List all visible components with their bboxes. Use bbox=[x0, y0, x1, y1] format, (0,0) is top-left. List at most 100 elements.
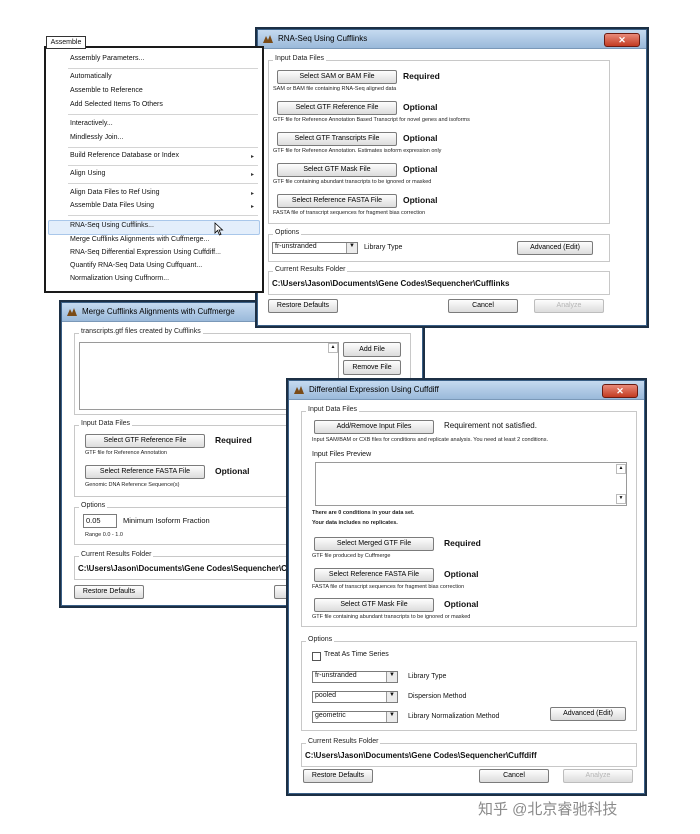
dispersion-label: Dispersion Method bbox=[408, 693, 467, 700]
chevron-down-icon[interactable]: ▼ bbox=[386, 672, 397, 682]
dispersion-value: pooled bbox=[315, 692, 337, 699]
cancel-button[interactable]: Cancel bbox=[479, 769, 549, 783]
analyze-button[interactable]: Analyze bbox=[534, 299, 604, 313]
cufflinks-window: RNA-Seq Using Cufflinks ✕ Input Data Fil… bbox=[257, 29, 647, 326]
menu-item-cuffquant[interactable]: Quantify RNA-Seq Data Using Cuffquant... bbox=[70, 262, 202, 269]
library-type-value: fr-unstranded bbox=[275, 243, 317, 250]
preview-scroll-up[interactable]: ▲ bbox=[616, 464, 626, 474]
time-series-checkbox[interactable] bbox=[312, 652, 321, 661]
library-type-label: Library Type bbox=[364, 244, 403, 251]
row-note: GTF file containing abundant transcripts… bbox=[273, 179, 432, 185]
normalization-select[interactable]: geometric ▼ bbox=[312, 711, 398, 723]
menu-separator bbox=[68, 147, 258, 148]
cuffdiff-results-group: Current Results Folder C:\Users\Jason\Do… bbox=[301, 738, 637, 767]
group-label: Options bbox=[306, 636, 335, 643]
select-gtf-mask-button[interactable]: Select GTF Mask File bbox=[277, 163, 397, 177]
row-note: Genomic DNA Reference Sequence(s) bbox=[85, 482, 180, 488]
menu-separator bbox=[68, 215, 258, 216]
group-label: Current Results Folder bbox=[306, 738, 381, 745]
select-gtf-mask-button[interactable]: Select GTF Mask File bbox=[314, 598, 434, 612]
required-status: Required bbox=[403, 71, 440, 81]
select-fasta-button[interactable]: Select Reference FASTA File bbox=[314, 568, 434, 582]
menu-item-align-using[interactable]: Align Using bbox=[70, 170, 105, 177]
optional-status: Optional bbox=[403, 195, 438, 205]
menu-item-align-data-files[interactable]: Align Data Files to Ref Using bbox=[70, 189, 159, 196]
group-label: Input Data Files bbox=[306, 406, 360, 413]
preview-scroll-down[interactable]: ▼ bbox=[616, 494, 626, 504]
assemble-menu-tab[interactable]: Assemble bbox=[46, 36, 86, 49]
row-note: GTF file containing abundant transcripts… bbox=[312, 614, 471, 620]
menu-item-merge-cuffmerge[interactable]: Merge Cufflinks Alignments with Cuffmerg… bbox=[70, 236, 209, 243]
cuffdiff-titlebar[interactable]: Differential Expression Using Cuffdiff ✕ bbox=[289, 381, 644, 400]
cufflinks-options-group: Options fr-unstranded ▼ Library Type Adv… bbox=[268, 229, 610, 262]
library-type-select[interactable]: fr-unstranded ▼ bbox=[272, 242, 358, 254]
menu-item-rna-seq-cufflinks[interactable]: RNA-Seq Using Cufflinks... bbox=[70, 222, 154, 229]
group-label: Input Data Files bbox=[273, 55, 327, 62]
results-path: C:\Users\Jason\Documents\Gene Codes\Sequ… bbox=[272, 279, 510, 288]
required-status: Required bbox=[444, 538, 481, 548]
select-fasta-button[interactable]: Select Reference FASTA File bbox=[277, 194, 397, 208]
library-type-select[interactable]: fr-unstranded ▼ bbox=[312, 671, 398, 683]
menu-item-cuffdiff[interactable]: RNA-Seq Differential Expression Using Cu… bbox=[70, 249, 221, 256]
app-icon bbox=[67, 308, 77, 316]
cufflinks-titlebar[interactable]: RNA-Seq Using Cufflinks ✕ bbox=[258, 30, 646, 49]
menu-item-cuffnorm[interactable]: Normalization Using Cuffnorm... bbox=[70, 275, 169, 282]
row-note: GTF file for Reference Annotation. Estim… bbox=[273, 148, 442, 154]
menu-item-assemble-to-reference[interactable]: Assemble to Reference bbox=[70, 87, 143, 94]
select-merged-gtf-button[interactable]: Select Merged GTF File bbox=[314, 537, 434, 551]
cuffdiff-window: Differential Expression Using Cuffdiff ✕… bbox=[288, 380, 645, 794]
add-file-button[interactable]: Add File bbox=[343, 342, 401, 357]
results-path: C:\Users\Jason\Documents\Gene Codes\Sequ… bbox=[305, 751, 537, 760]
list-scroll-up[interactable]: ▲ bbox=[328, 343, 338, 353]
group-label: Options bbox=[79, 502, 108, 509]
select-fasta-button[interactable]: Select Reference FASTA File bbox=[85, 465, 205, 479]
select-gtf-transcripts-button[interactable]: Select GTF Transcripts File bbox=[277, 132, 397, 146]
menu-item-mindlessly-join[interactable]: Mindlessly Join... bbox=[70, 134, 123, 141]
submenu-arrow-icon: ▸ bbox=[250, 204, 254, 210]
menu-separator bbox=[68, 114, 258, 115]
restore-defaults-button[interactable]: Restore Defaults bbox=[74, 585, 144, 599]
app-icon bbox=[263, 35, 273, 43]
menu-item-interactively[interactable]: Interactively... bbox=[70, 120, 113, 127]
add-remove-input-files-button[interactable]: Add/Remove Input Files bbox=[314, 420, 434, 434]
advanced-edit-button[interactable]: Advanced (Edit) bbox=[550, 707, 626, 721]
restore-defaults-button[interactable]: Restore Defaults bbox=[303, 769, 373, 783]
optional-status: Optional bbox=[403, 102, 438, 112]
chevron-down-icon[interactable]: ▼ bbox=[346, 243, 357, 253]
remove-file-button[interactable]: Remove File bbox=[343, 360, 401, 375]
cancel-button[interactable]: Cancel bbox=[448, 299, 518, 313]
close-icon[interactable]: ✕ bbox=[604, 33, 640, 47]
row-note: FASTA file of transcript sequences for f… bbox=[273, 210, 426, 216]
analyze-button[interactable]: Analyze bbox=[563, 769, 633, 783]
row-note: FASTA file of transcript sequences for f… bbox=[312, 584, 465, 590]
app-icon bbox=[294, 386, 304, 394]
menu-item-build-reference-database[interactable]: Build Reference Database or Index bbox=[70, 152, 179, 159]
chevron-down-icon[interactable]: ▼ bbox=[386, 712, 397, 722]
menu-separator bbox=[68, 183, 258, 184]
time-series-label: Treat As Time Series bbox=[324, 651, 389, 658]
row-note: GTF file produced by Cuffmerge bbox=[312, 553, 391, 559]
advanced-edit-button[interactable]: Advanced (Edit) bbox=[517, 241, 593, 255]
assemble-dropdown-menu: Assembly Parameters... Automatically Ass… bbox=[44, 46, 264, 293]
results-path: C:\Users\Jason\Documents\Gene Codes\Sequ… bbox=[78, 564, 322, 573]
restore-defaults-button[interactable]: Restore Defaults bbox=[268, 299, 338, 313]
required-status: Required bbox=[215, 435, 252, 445]
dispersion-select[interactable]: pooled ▼ bbox=[312, 691, 398, 703]
fraction-input[interactable]: 0.05 bbox=[83, 514, 117, 528]
fraction-label: Minimum Isoform Fraction bbox=[123, 516, 210, 525]
cufflinks-input-group: Input Data Files Select SAM or BAM File … bbox=[268, 55, 610, 224]
select-gtf-reference-button[interactable]: Select GTF Reference File bbox=[277, 101, 397, 115]
select-sam-bam-button[interactable]: Select SAM or BAM File bbox=[277, 70, 397, 84]
menu-item-automatically[interactable]: Automatically bbox=[70, 73, 112, 80]
input-files-preview[interactable] bbox=[315, 462, 627, 506]
close-icon[interactable]: ✕ bbox=[602, 384, 638, 398]
menu-item-add-selected-items[interactable]: Add Selected Items To Others bbox=[70, 101, 163, 108]
menu-item-assemble-data-files[interactable]: Assemble Data Files Using bbox=[70, 202, 154, 209]
menu-item-assembly-parameters[interactable]: Assembly Parameters... bbox=[70, 55, 144, 62]
library-type-label: Library Type bbox=[408, 673, 447, 680]
optional-status: Optional bbox=[403, 164, 438, 174]
chevron-down-icon[interactable]: ▼ bbox=[386, 692, 397, 702]
submenu-arrow-icon: ▸ bbox=[250, 191, 254, 197]
window-title: Merge Cufflinks Alignments with Cuffmerg… bbox=[82, 307, 235, 316]
select-gtf-reference-button[interactable]: Select GTF Reference File bbox=[85, 434, 205, 448]
